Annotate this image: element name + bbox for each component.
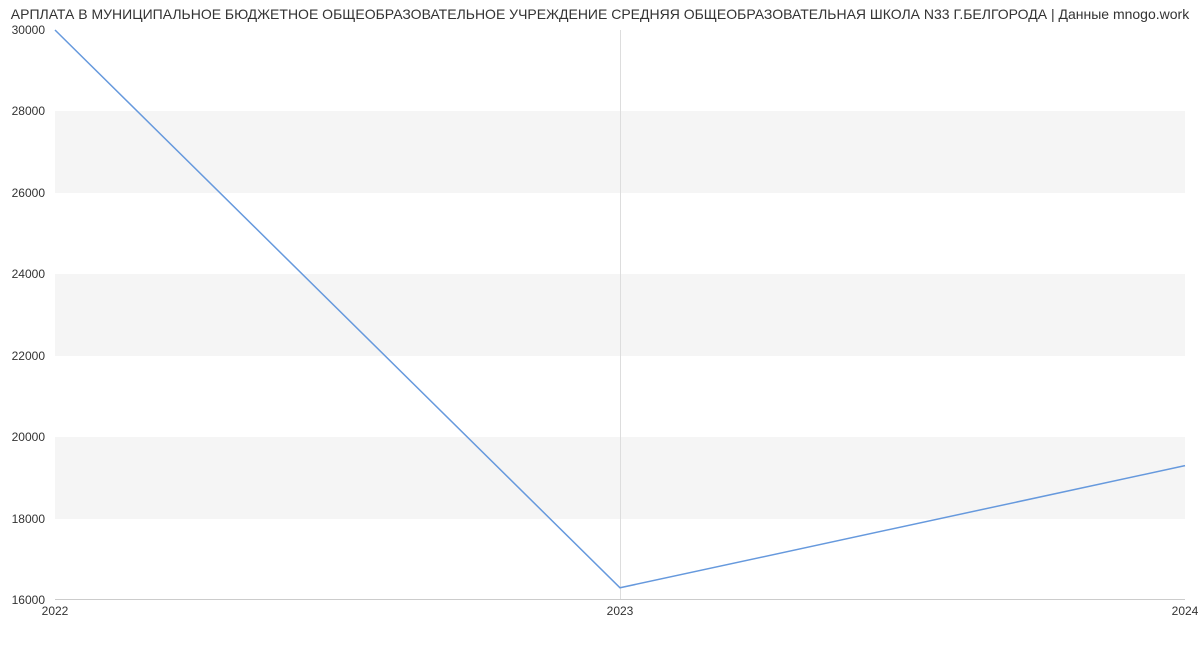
y-tick-label: 24000	[0, 267, 45, 281]
chart-line-series	[55, 30, 1185, 600]
y-tick-label: 30000	[0, 23, 45, 37]
x-tick-label: 2023	[607, 604, 634, 618]
x-tick-label: 2022	[42, 604, 69, 618]
y-tick-label: 20000	[0, 430, 45, 444]
y-tick-label: 16000	[0, 593, 45, 607]
chart-plot-area: 1600018000200002200024000260002800030000…	[55, 30, 1185, 600]
x-tick-label: 2024	[1172, 604, 1199, 618]
y-tick-label: 28000	[0, 104, 45, 118]
y-tick-label: 26000	[0, 186, 45, 200]
y-tick-label: 18000	[0, 512, 45, 526]
chart-title: АРПЛАТА В МУНИЦИПАЛЬНОЕ БЮДЖЕТНОЕ ОБЩЕОБ…	[0, 0, 1200, 26]
y-tick-label: 22000	[0, 349, 45, 363]
